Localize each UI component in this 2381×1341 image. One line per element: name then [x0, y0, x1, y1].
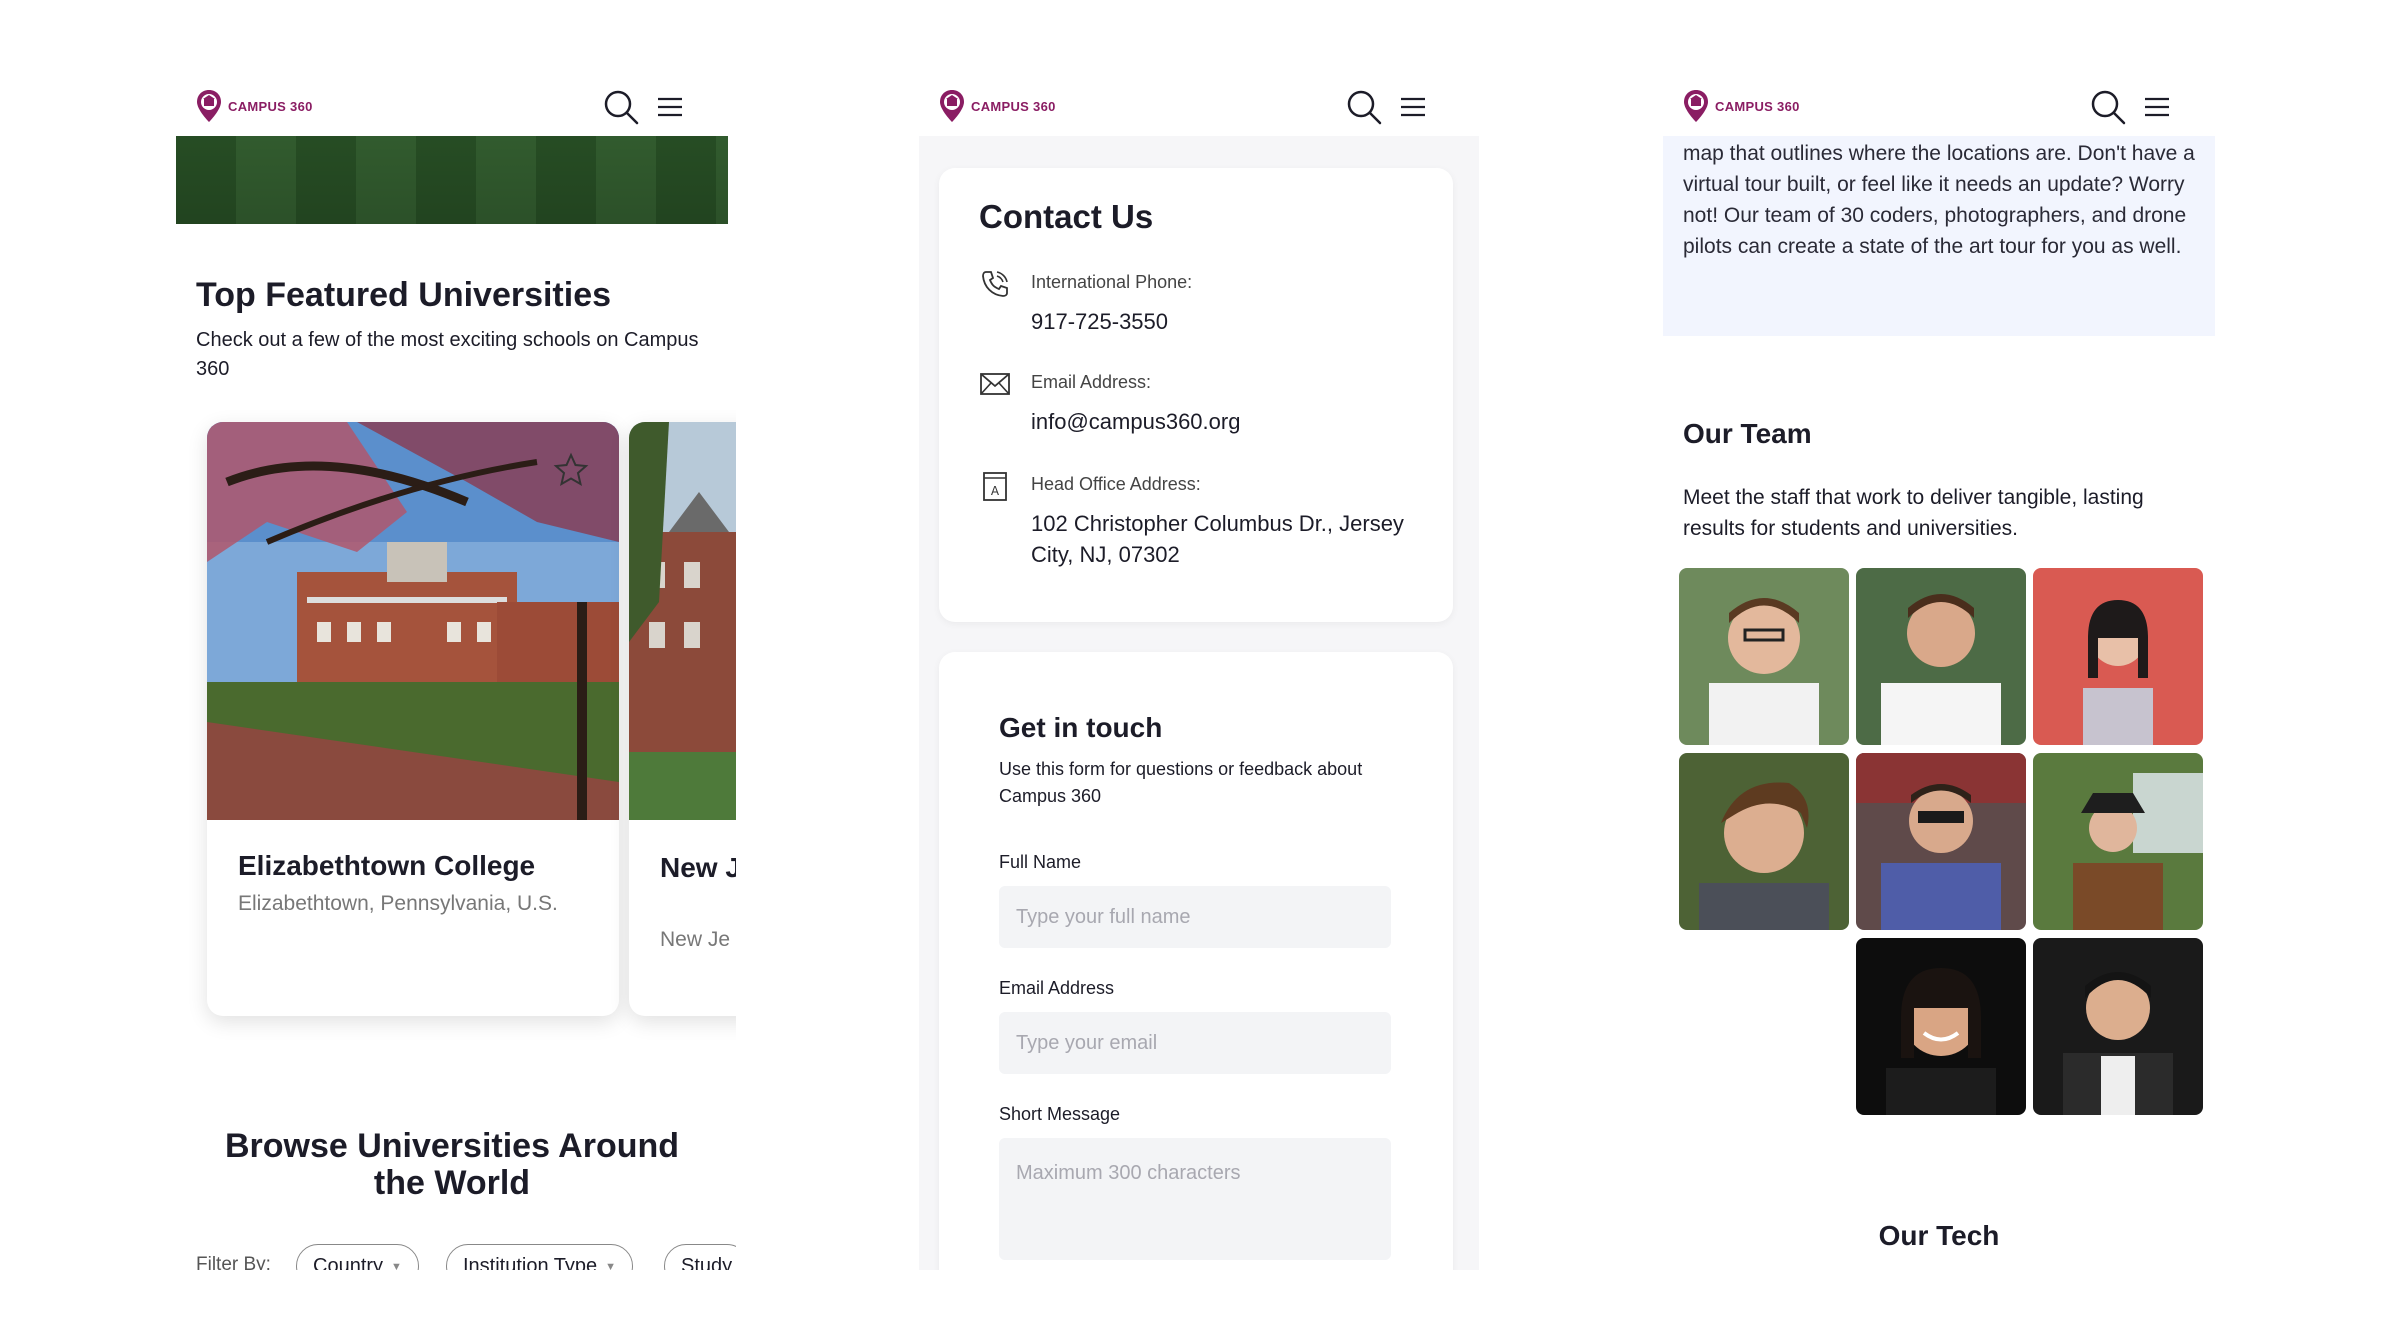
university-location: New Je	[660, 928, 731, 951]
svg-text:A: A	[991, 484, 1000, 498]
caret-down-icon: ▼	[605, 1260, 617, 1270]
email-input[interactable]	[999, 1012, 1391, 1074]
header: CAMPUS 360	[919, 76, 1479, 136]
contact-panel: Contact Us International Phone: 917-725-…	[939, 168, 1453, 622]
email-label: Email Address	[999, 978, 1115, 998]
caret-down-icon: ▼	[391, 1260, 402, 1270]
filter-institution-type-label: Institution Type	[463, 1255, 598, 1270]
message-label: Short Message	[999, 1104, 1121, 1124]
campus-pin-icon	[1684, 90, 1708, 122]
filter-country-dropdown[interactable]: Country ▼	[296, 1244, 419, 1270]
message-textarea[interactable]	[999, 1138, 1391, 1260]
university-name: New J Techr	[660, 852, 736, 883]
about-text: map that outlines where the locations ar…	[1683, 142, 2195, 258]
logo[interactable]: CAMPUS 360	[196, 89, 313, 123]
mail-icon	[980, 373, 1010, 395]
form-title: Get in touch	[999, 712, 1163, 743]
team-member-photo[interactable]	[2033, 753, 2203, 930]
section-title: Top Featured Universities	[196, 276, 612, 314]
logo-text: CAMPUS 360	[228, 98, 313, 114]
filter-study-dropdown[interactable]: Study	[664, 1244, 736, 1270]
address-value: 102 Christopher Columbus Dr., Jersey Cit…	[1031, 511, 1404, 567]
team-member-photo[interactable]	[1856, 938, 2026, 1115]
team-title: Our Team	[1683, 418, 1812, 449]
menu-icon[interactable]	[2143, 94, 2171, 120]
mobile-screen-home: CAMPUS 360 Top Featured Universities Che…	[176, 76, 736, 1270]
team-member-photo[interactable]	[2033, 938, 2203, 1115]
university-photo	[207, 422, 619, 820]
favorite-star-icon[interactable]	[553, 452, 589, 488]
university-name: Elizabethtown College	[238, 850, 536, 881]
form-subtitle: Use this form for questions or feedback …	[999, 759, 1363, 806]
team-member-photo[interactable]	[2033, 568, 2203, 745]
team-subtitle: Meet the staff that work to deliver tang…	[1683, 486, 2144, 540]
university-location: Elizabethtown, Pennsylvania, U.S.	[238, 892, 558, 915]
logo[interactable]: CAMPUS 360	[1683, 89, 1800, 123]
team-member-photo[interactable]	[1679, 753, 1849, 930]
phone-icon	[982, 271, 1008, 297]
phone-label: International Phone:	[1031, 272, 1193, 292]
campus-pin-icon	[197, 90, 221, 122]
university-photo	[629, 422, 736, 820]
full-name-input[interactable]	[999, 886, 1391, 948]
browse-title: Browse Universities Around the World	[224, 1127, 680, 1202]
contact-form: Get in touch Use this form for questions…	[939, 652, 1453, 1270]
filter-label: Filter By:	[196, 1254, 271, 1270]
team-member-photo[interactable]	[1679, 568, 1849, 745]
team-member-photo[interactable]	[1856, 753, 2026, 930]
section-subtitle: Check out a few of the most exciting sch…	[196, 329, 699, 380]
address-label: Head Office Address:	[1031, 474, 1201, 494]
office-icon: A	[983, 472, 1007, 501]
mobile-screen-about: map that outlines where the locations ar…	[1663, 76, 2223, 1270]
email-label: Email Address:	[1031, 372, 1152, 392]
logo-text: CAMPUS 360	[971, 98, 1056, 114]
search-icon[interactable]	[602, 88, 640, 126]
menu-icon[interactable]	[1399, 94, 1427, 120]
logo[interactable]: CAMPUS 360	[939, 89, 1056, 123]
email-value[interactable]: info@campus360.org	[1031, 406, 1431, 437]
filter-study-label: Study	[681, 1255, 733, 1270]
hero-image	[176, 136, 728, 224]
tech-title: Our Tech	[1878, 1220, 2000, 1251]
mobile-screen-contact: CAMPUS 360 Contact Us International Phon…	[919, 76, 1479, 1270]
university-card[interactable]: Elizabethtown College Elizabethtown, Pen…	[207, 422, 619, 1016]
campus-pin-icon	[940, 90, 964, 122]
header: CAMPUS 360	[1663, 76, 2223, 136]
logo-text: CAMPUS 360	[1715, 98, 1800, 114]
header: CAMPUS 360	[176, 76, 736, 136]
university-card[interactable]: New J Techr New Je	[629, 422, 736, 1016]
search-icon[interactable]	[1345, 88, 1383, 126]
filter-institution-type-dropdown[interactable]: Institution Type ▼	[446, 1244, 634, 1270]
full-name-label: Full Name	[999, 852, 1082, 872]
team-member-photo[interactable]	[1856, 568, 2026, 745]
menu-icon[interactable]	[656, 94, 684, 120]
search-icon[interactable]	[2089, 88, 2127, 126]
filter-country-label: Country	[313, 1255, 384, 1270]
contact-title: Contact Us	[979, 198, 1154, 235]
phone-value[interactable]: 917-725-3550	[1031, 306, 1431, 337]
